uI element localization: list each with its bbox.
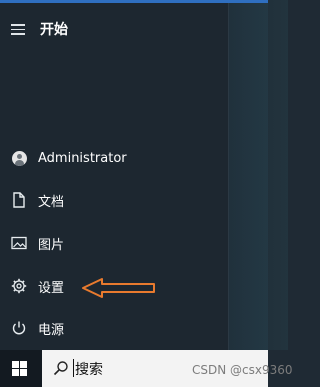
document-icon [13, 192, 25, 208]
search-placeholder: 搜索 [75, 362, 103, 378]
user-name-label: Administrator [38, 150, 127, 166]
hamburger-menu-icon[interactable] [11, 24, 25, 35]
start-item-pictures[interactable]: 图片 [0, 226, 228, 260]
gear-icon [11, 278, 27, 294]
user-avatar-icon [11, 150, 27, 166]
power-icon [12, 321, 26, 335]
taskbar-search-box[interactable]: 搜索 CSDN @csx9360 [42, 350, 293, 387]
start-menu-divider [228, 3, 229, 350]
start-item-documents[interactable]: 文档 [0, 183, 228, 217]
taskbar: 搜索 CSDN @csx9360 [0, 350, 293, 387]
text-caret [73, 359, 74, 377]
windows-logo-icon [11, 361, 27, 376]
search-icon [53, 361, 68, 376]
power-label: 电源 [38, 322, 65, 338]
start-item-user[interactable]: Administrator [0, 141, 228, 175]
settings-label: 设置 [38, 280, 65, 296]
desktop-glow [228, 0, 288, 350]
start-menu-title: 开始 [40, 22, 68, 38]
pictures-label: 图片 [38, 237, 65, 253]
documents-label: 文档 [38, 194, 65, 210]
start-button[interactable] [0, 350, 38, 387]
picture-icon [11, 236, 27, 250]
start-item-power[interactable]: 电源 [0, 311, 228, 345]
annotation-arrow [82, 278, 155, 298]
watermark-text: CSDN @csx9360 [192, 363, 293, 377]
